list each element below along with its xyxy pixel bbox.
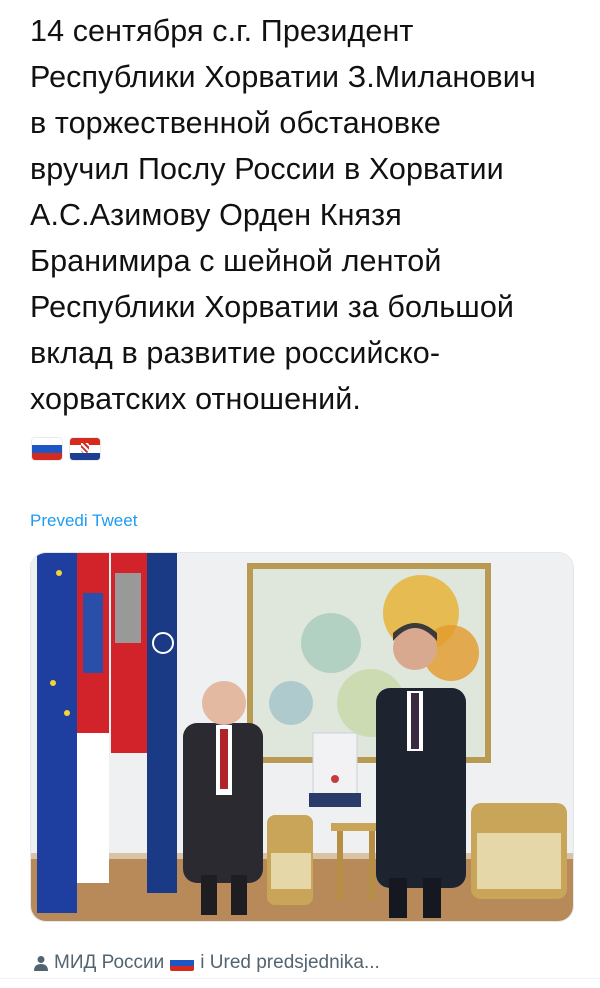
tweet-footer[interactable]: МИД России i Ured predsjednika...	[34, 952, 380, 974]
person-icon	[34, 956, 48, 971]
photo-image	[31, 553, 573, 921]
tweet-photo[interactable]	[30, 552, 574, 922]
croatia-flag-icon	[70, 438, 100, 460]
account-name-1[interactable]: МИД России	[54, 952, 164, 974]
russia-flag-icon	[170, 955, 195, 971]
account-name-2[interactable]: i Ured predsjednika...	[200, 952, 380, 974]
tweet-text: 14 сентября с.г. Президент Республики Хо…	[30, 14, 536, 416]
flag-emojis	[32, 438, 100, 460]
divider	[0, 978, 600, 979]
russia-flag-icon	[32, 438, 62, 460]
translate-tweet-link[interactable]: Prevedi Tweet	[30, 511, 137, 531]
